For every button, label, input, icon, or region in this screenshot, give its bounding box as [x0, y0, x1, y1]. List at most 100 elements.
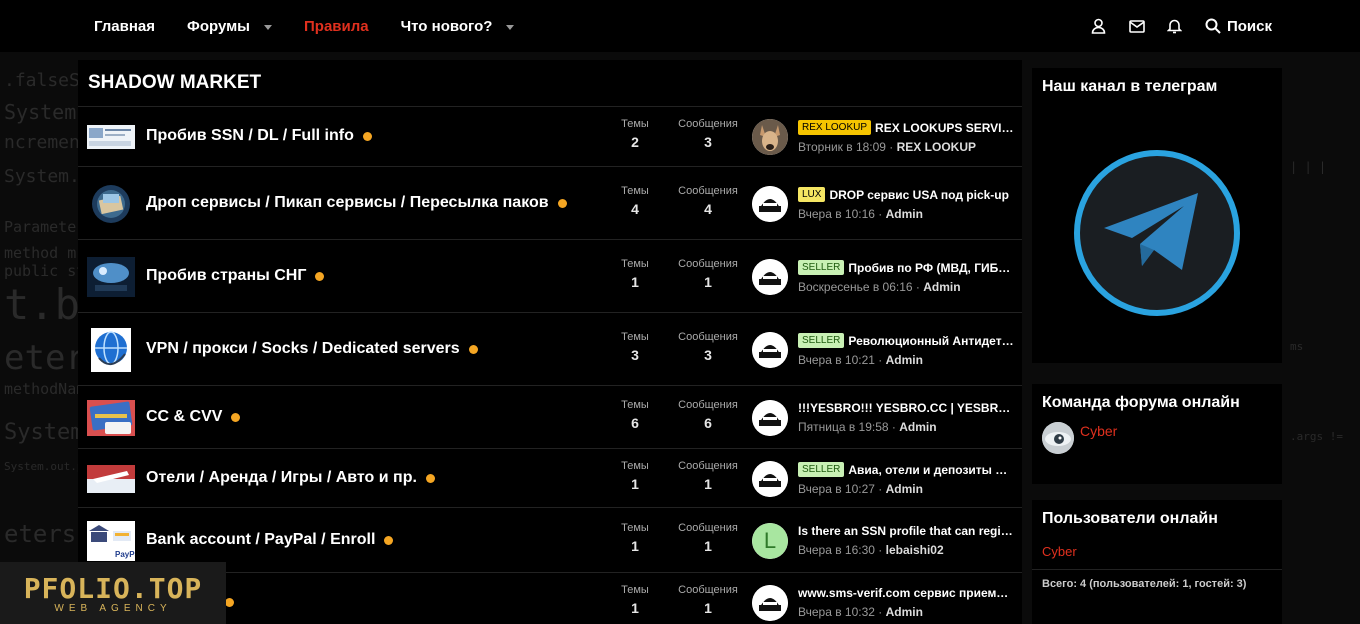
latest-thread-link[interactable]: SELLER Пробив по РФ (МВД, ГИБДД)	[798, 260, 1014, 275]
prefix-badge[interactable]: REX LOOKUP	[798, 120, 872, 135]
prefix-badge[interactable]: SELLER	[798, 333, 845, 348]
forum-icon[interactable]	[87, 117, 135, 157]
forum-row: Пробив страны СНГ Темы 1 Сообщения 1 SELLER Пр…	[78, 240, 1022, 313]
latest-thread-link[interactable]: REX LOOKUP REX LOOKUPS SERVICE	[798, 120, 1014, 135]
latest-date[interactable]: Воскресенье в 06:16	[798, 280, 913, 294]
latest-author[interactable]: Admin	[886, 353, 923, 367]
latest-thread-link[interactable]: Is there an SSN profile that can registe…	[798, 524, 1014, 538]
unread-dot-icon	[425, 473, 435, 483]
chevron-down-icon[interactable]	[506, 24, 515, 30]
unread-dot-icon	[231, 412, 241, 422]
messages-stat: Сообщения 1	[674, 460, 742, 492]
latest-author[interactable]: Admin	[886, 605, 923, 619]
telegram-logo-icon[interactable]	[1072, 148, 1242, 318]
forum-icon[interactable]	[87, 459, 135, 499]
messages-count: 3	[704, 347, 712, 363]
nav-item-3[interactable]: Что нового?	[401, 18, 515, 35]
forum-icon[interactable]	[87, 257, 135, 297]
latest-date[interactable]: Вчера в 10:27	[798, 482, 875, 496]
bell-icon[interactable]	[1167, 18, 1183, 34]
forum-title: CC & CVV	[146, 408, 223, 425]
forum-title-link[interactable]: Пробив страны СНГ	[146, 267, 325, 285]
latest-date[interactable]: Пятница в 19:58	[798, 420, 889, 434]
search-button[interactable]: Поиск	[1205, 18, 1272, 35]
nav-item-label: Форумы	[187, 17, 250, 35]
forum-title-link[interactable]: VPN / прокси / Socks / Dedicated servers	[146, 340, 478, 358]
forum-title-link[interactable]: CC & CVV	[146, 408, 241, 426]
latest-thread-link[interactable]: !!!YESBRO!!! YESBRO.CC | YESBRO.NET	[798, 401, 1014, 415]
latest-thread-link[interactable]: SELLERАвиа, отели и депозиты онлайн	[798, 462, 1014, 477]
latest-post: LUX DROP сервис USA под pick-up Вчера в 10…	[798, 187, 1014, 221]
nav-item-2[interactable]: Правила	[304, 18, 369, 35]
prefix-badge[interactable]: SELLER	[798, 462, 845, 477]
messages-count: 4	[704, 201, 712, 217]
nav-item-1[interactable]: Форумы	[187, 18, 272, 35]
forum-title-link[interactable]: Пробив SSN / DL / Full info	[146, 127, 372, 145]
threads-label: Темы	[621, 185, 649, 197]
latest-author[interactable]: Admin	[899, 420, 936, 434]
messages-label: Сообщения	[678, 185, 738, 197]
latest-date[interactable]: Вторник в 18:09	[798, 140, 886, 154]
latest-author[interactable]: Admin	[886, 482, 923, 496]
chevron-down-icon[interactable]	[264, 24, 272, 30]
latest-thread-link[interactable]: SELLER Революционный Антидетект	[798, 333, 1014, 348]
latest-author[interactable]: REX LOOKUP	[897, 140, 976, 154]
latest-meta: Вчера в 10:32 · Admin	[798, 605, 923, 619]
latest-meta: Вчера в 10:21 · Admin	[798, 353, 923, 367]
forum-title-link[interactable]: Дроп сервисы / Пикап сервисы / Пересылка…	[146, 194, 567, 212]
forum-icon[interactable]	[87, 398, 135, 438]
forum-icon[interactable]: PayPal	[87, 521, 135, 561]
latest-date[interactable]: Вчера в 10:16	[798, 207, 875, 221]
user-icon[interactable]	[1091, 18, 1107, 34]
section-title: SHADOW MARKET	[78, 60, 1022, 107]
avatar[interactable]	[752, 119, 788, 155]
search-label: Поиск	[1226, 17, 1272, 35]
latest-date[interactable]: Вчера в 10:32	[798, 605, 875, 619]
latest-post: SELLER Революционный Антидетект Вчера в 10…	[798, 333, 1014, 367]
nav-item-0[interactable]: Главная	[94, 18, 155, 35]
latest-thread-link[interactable]: LUX DROP сервис USA под pick-up	[798, 187, 1014, 202]
forum-row: Дроп сервисы / Пикап сервисы / Пересылка…	[78, 167, 1022, 240]
team-member[interactable]: Cyber	[1032, 422, 1282, 454]
avatar[interactable]	[752, 585, 788, 621]
latest-meta: Вчера в 10:16 · Admin	[798, 207, 923, 221]
mail-icon[interactable]	[1129, 18, 1145, 34]
avatar[interactable]	[752, 332, 788, 368]
latest-post: SELLERАвиа, отели и депозиты онлайн Вчера…	[798, 462, 1014, 496]
forum-icon[interactable]	[87, 184, 135, 224]
latest-meta: Пятница в 19:58 · Admin	[798, 420, 937, 434]
online-user-link[interactable]: Cyber	[1032, 538, 1282, 569]
forum-icon[interactable]	[87, 328, 135, 372]
forum-title: Пробив SSN / DL / Full info	[146, 127, 354, 144]
nav-item-label: Правила	[304, 17, 369, 35]
avatar[interactable]: L	[752, 523, 788, 559]
prefix-badge[interactable]: LUX	[798, 187, 826, 202]
avatar[interactable]	[1042, 422, 1074, 454]
latest-date[interactable]: Вчера в 10:21	[798, 353, 875, 367]
unread-dot-icon	[557, 198, 567, 208]
threads-stat: Темы 4	[610, 185, 660, 217]
threads-count: 4	[631, 201, 639, 217]
avatar[interactable]	[752, 461, 788, 497]
latest-thread-title: Революционный Антидетект	[848, 333, 1014, 348]
avatar[interactable]	[752, 259, 788, 295]
forum-title: Дроп сервисы / Пикап сервисы / Пересылка…	[146, 194, 549, 211]
prefix-badge[interactable]: SELLER	[798, 260, 845, 275]
latest-author[interactable]: Admin	[923, 280, 960, 294]
messages-count: 1	[704, 274, 712, 290]
forum-title: Пробив страны СНГ	[146, 267, 307, 284]
forum-title-link[interactable]: Отели / Аренда / Игры / Авто и пр.	[146, 469, 435, 487]
avatar[interactable]	[752, 400, 788, 436]
latest-thread-link[interactable]: www.sms-verif.com сервис приема СМС	[798, 586, 1014, 600]
team-member-name[interactable]: Cyber	[1080, 423, 1117, 439]
latest-post: !!!YESBRO!!! YESBRO.CC | YESBRO.NET Пятни…	[798, 401, 1014, 434]
latest-author[interactable]: Admin	[886, 207, 923, 221]
latest-meta: Вчера в 16:30 · lebaishi02	[798, 543, 944, 557]
threads-stat: Темы 3	[610, 331, 660, 363]
avatar[interactable]	[752, 186, 788, 222]
forum-row: VPN / прокси / Socks / Dedicated servers…	[78, 313, 1022, 386]
latest-date[interactable]: Вчера в 16:30	[798, 543, 875, 557]
forum-title-link[interactable]: Bank account / PayPal / Enroll	[146, 531, 394, 549]
latest-author[interactable]: lebaishi02	[886, 543, 944, 557]
forum-row: Отели / Аренда / Игры / Авто и пр. Темы 1 С…	[78, 449, 1022, 508]
